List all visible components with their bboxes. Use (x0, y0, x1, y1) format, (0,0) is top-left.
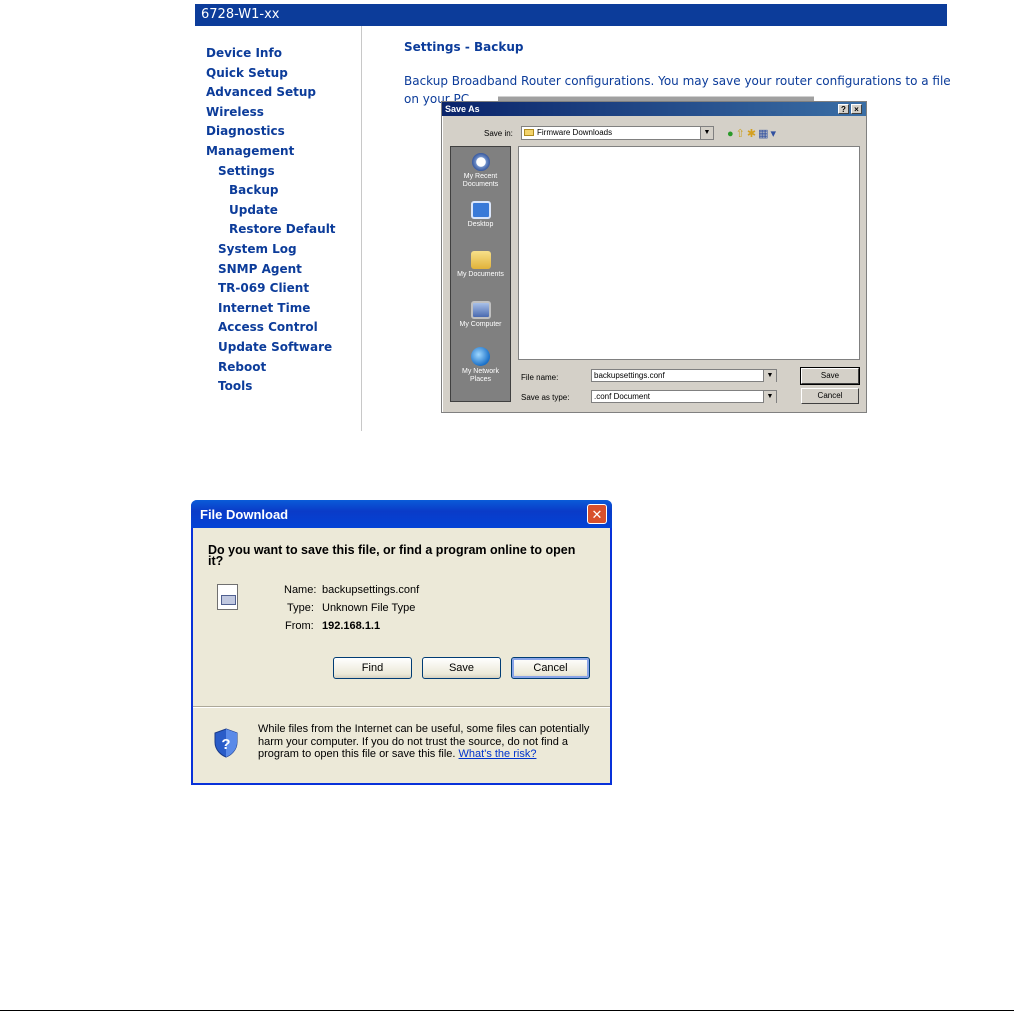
shield-question-icon: ? (214, 728, 238, 758)
sidebar-item-update-software[interactable]: Update Software (206, 338, 356, 358)
places-bar: My Recent Documents Desktop My Documents… (450, 146, 511, 402)
file-download-dialog: File Download ✕ Do you want to save this… (191, 500, 612, 785)
sidebar-item-diagnostics[interactable]: Diagnostics (206, 122, 356, 142)
places-label: Desktop (467, 221, 494, 228)
chevron-down-icon[interactable]: ▼ (763, 391, 776, 403)
sidebar-item-reboot[interactable]: Reboot (206, 358, 356, 378)
from-value: 192.168.1.1 (322, 620, 381, 632)
places-label: My Computer (459, 321, 502, 328)
network-globe-icon (471, 347, 490, 366)
sidebar-item-update[interactable]: Update (206, 201, 356, 221)
file-name-value: backupsettings.conf (594, 371, 665, 380)
router-header: 6728-W1-xx (195, 4, 947, 26)
warning-text: While files from the Internet can be use… (258, 723, 590, 760)
places-item-desktop[interactable]: Desktop (451, 201, 510, 229)
file-list[interactable] (518, 146, 860, 360)
sidebar-item-internet-time[interactable]: Internet Time (206, 299, 356, 319)
save-in-label: Save in: (484, 129, 513, 138)
views-menu-icon[interactable]: ▦▾ (758, 128, 778, 140)
cancel-button[interactable]: Cancel (801, 388, 859, 404)
sidebar-nav: Device Info Quick Setup Advanced Setup Wire… (206, 44, 356, 397)
places-item-computer[interactable]: My Computer (451, 301, 510, 329)
desktop-icon (470, 201, 491, 219)
sidebar-item-tools[interactable]: Tools (206, 377, 356, 397)
name-value: backupsettings.conf (322, 584, 420, 596)
svg-text:?: ? (221, 736, 230, 753)
save-as-type-select[interactable]: .conf Document ▼ (591, 390, 777, 403)
computer-icon (470, 301, 491, 319)
from-label: From: (285, 620, 314, 632)
save-as-dialog: Save As ? × Save in: Firmware Downloads … (441, 101, 867, 413)
places-item-network[interactable]: My Network Places (451, 347, 510, 384)
save-in-dropdown[interactable]: Firmware Downloads ▼ (521, 126, 714, 140)
folder-icon (524, 129, 534, 137)
help-button[interactable]: ? (838, 104, 849, 114)
sidebar-item-quick-setup[interactable]: Quick Setup (206, 64, 356, 84)
sidebar-item-wireless[interactable]: Wireless (206, 103, 356, 123)
sidebar-item-advanced-setup[interactable]: Advanced Setup (206, 83, 356, 103)
sidebar-item-backup[interactable]: Backup (206, 181, 356, 201)
sidebar-item-management[interactable]: Management (206, 142, 356, 162)
save-button[interactable]: Save (800, 367, 860, 385)
places-item-documents[interactable]: My Documents (451, 251, 510, 279)
sidebar-item-device-info[interactable]: Device Info (206, 44, 356, 64)
dialog-title: Save As (445, 104, 480, 114)
type-label: Type: (287, 602, 314, 614)
save-as-type-label: Save as type: (521, 393, 570, 402)
file-name-field[interactable]: backupsettings.conf ▼ (591, 369, 777, 382)
chevron-down-icon[interactable]: ▼ (763, 370, 776, 382)
download-question: Do you want to save this file, or find a… (208, 543, 576, 568)
file-name-label: File name: (521, 373, 559, 382)
sidebar-item-settings[interactable]: Settings (206, 162, 356, 182)
save-button[interactable]: Save (422, 657, 501, 679)
sidebar-item-tr-069-client[interactable]: TR-069 Client (206, 279, 356, 299)
new-folder-icon[interactable]: ✱ (747, 128, 758, 140)
page-footer-rule (0, 1010, 1014, 1011)
find-button[interactable]: Find (333, 657, 412, 679)
separator (193, 706, 610, 708)
back-icon[interactable]: ● (727, 128, 736, 140)
sidebar-item-system-log[interactable]: System Log (206, 240, 356, 260)
dialog-toolbar: ●⇧✱▦▾ (727, 127, 778, 140)
dialog-title: File Download (200, 507, 289, 522)
cancel-button[interactable]: Cancel (511, 657, 590, 679)
page-title: Settings - Backup (404, 40, 524, 54)
up-folder-icon[interactable]: ⇧ (736, 128, 747, 140)
chevron-down-icon[interactable]: ▼ (700, 127, 713, 139)
places-label: My Recent Documents (462, 173, 499, 188)
name-label: Name: (284, 584, 317, 596)
dialog-title-bar: Save As (442, 102, 866, 116)
places-label: My Documents (457, 271, 504, 278)
security-warning: While files from the Internet can be use… (258, 723, 603, 761)
file-icon (217, 584, 238, 610)
sidebar-divider (361, 26, 362, 431)
save-in-value: Firmware Downloads (537, 128, 613, 137)
type-value: Unknown File Type (322, 602, 416, 614)
sidebar-item-access-control[interactable]: Access Control (206, 318, 356, 338)
sidebar-item-restore-default[interactable]: Restore Default (206, 220, 356, 240)
risk-link[interactable]: What's the risk? (459, 748, 537, 760)
close-button[interactable]: × (851, 104, 862, 114)
clock-icon (471, 153, 490, 171)
documents-folder-icon (470, 251, 491, 269)
places-item-recent[interactable]: My Recent Documents (451, 153, 510, 189)
places-label: My Network Places (462, 368, 499, 383)
close-button[interactable]: ✕ (587, 504, 607, 524)
sidebar-item-snmp-agent[interactable]: SNMP Agent (206, 260, 356, 280)
dialog-title-bar: File Download (191, 500, 612, 528)
save-as-type-value: .conf Document (594, 392, 651, 401)
